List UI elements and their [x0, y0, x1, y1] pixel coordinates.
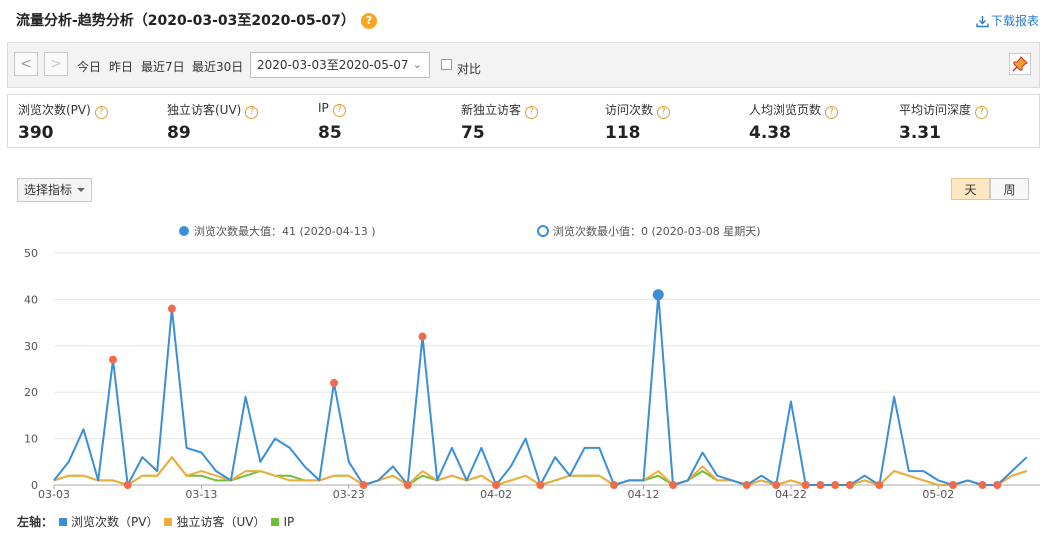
page-title: 流量分析-趋势分析（2020-03-03至2020-05-07）?: [16, 10, 377, 30]
download-report-button[interactable]: 下载报表: [976, 12, 1039, 29]
pv-low-point: [742, 481, 751, 489]
select-metric-dropdown[interactable]: 选择指标: [17, 178, 93, 202]
pv-low-point: [772, 481, 781, 489]
compare-checkbox[interactable]: [441, 59, 452, 70]
quick-last30[interactable]: 最近30日: [192, 58, 243, 75]
pv-peak-point: [330, 378, 339, 387]
legend-uv[interactable]: 独立访客（UV）: [176, 515, 265, 529]
period-week-button[interactable]: 周: [990, 178, 1029, 200]
pv-low-point: [359, 481, 368, 489]
metrics-summary: 浏览次数(PV)? 390 独立访客(UV)? 89 IP? 85 新独立访客? 75 …: [7, 94, 1040, 148]
pv-low-point: [993, 481, 1002, 489]
period-day-button[interactable]: 天: [951, 178, 990, 200]
help-icon[interactable]: ?: [245, 106, 259, 119]
metric-label: 人均浏览页数: [749, 103, 822, 117]
pv-peak-point: [418, 332, 427, 341]
pv-low-point: [978, 481, 987, 489]
y-tick-label: 50: [24, 247, 38, 260]
trend-chart: 0 10 20 30 40 50 03-03 03-13 03-23 04-02 04-12 04-2…: [24, 224, 1040, 501]
quick-last7[interactable]: 最近7日: [141, 58, 185, 75]
metric-label: 独立访客(UV): [167, 103, 242, 117]
caret-down-icon: [77, 188, 86, 192]
metric-label: 浏览次数(PV): [18, 103, 91, 117]
x-tick-label: 05-02: [922, 488, 954, 501]
prev-period-button[interactable]: <: [14, 52, 38, 76]
pv-low-point: [845, 481, 854, 489]
quick-today[interactable]: 今日: [77, 58, 101, 75]
help-icon[interactable]: ?: [360, 13, 377, 29]
metric-label: 新独立访客: [461, 103, 522, 117]
pv-peak-point: [108, 355, 117, 364]
date-range-value: 2020-03-03至2020-05-07: [257, 58, 409, 72]
pv-peak-point: [167, 304, 176, 313]
metric-label: 访问次数: [605, 103, 654, 117]
metric-value: 75: [461, 123, 485, 143]
x-tick-label: 03-13: [185, 488, 217, 501]
next-period-button[interactable]: >: [44, 52, 68, 76]
download-icon: [976, 16, 989, 28]
metric-label: 平均访问深度: [899, 103, 972, 117]
pin-icon: [1012, 56, 1028, 72]
pv-max-point: [652, 289, 664, 301]
quick-yesterday[interactable]: 昨日: [109, 58, 133, 75]
metric-value: 85: [318, 123, 342, 143]
pv-line: [53, 293, 1028, 486]
x-tick-label: 04-22: [775, 488, 807, 501]
pv-low-point: [816, 481, 825, 489]
uv-swatch: [164, 518, 173, 526]
axis-legend: 左轴： 浏览次数（PV） 独立访客（UV） IP: [17, 513, 294, 530]
pv-low-point: [536, 481, 545, 489]
help-icon[interactable]: ?: [525, 106, 539, 119]
y-tick-label: 20: [24, 386, 38, 399]
pv-low-point: [875, 481, 884, 489]
min-legend-marker: [537, 225, 549, 237]
pv-low-point: [801, 481, 810, 489]
axis-legend-prefix: 左轴：: [17, 515, 54, 529]
metric-label: IP: [318, 101, 329, 115]
download-label: 下载报表: [990, 14, 1039, 28]
pv-low-point: [831, 481, 840, 489]
y-tick-label: 40: [24, 293, 38, 306]
x-tick-label: 04-02: [480, 488, 512, 501]
ip-swatch: [271, 518, 280, 526]
help-icon[interactable]: ?: [825, 106, 839, 119]
y-tick-label: 0: [31, 479, 38, 492]
help-icon[interactable]: ?: [332, 104, 346, 117]
y-tick-label: 30: [24, 340, 38, 353]
pv-swatch: [59, 518, 68, 526]
pv-low-point: [949, 481, 958, 489]
pv-low-point: [610, 481, 619, 489]
max-legend-label: 浏览次数最大值：41 (2020-04-13 ): [194, 224, 376, 238]
select-metric-label: 选择指标: [24, 183, 73, 197]
pin-button[interactable]: [1009, 53, 1031, 75]
x-tick-label: 03-03: [38, 488, 70, 501]
help-icon[interactable]: ?: [94, 106, 108, 119]
legend-pv[interactable]: 浏览次数（PV）: [71, 515, 158, 529]
y-tick-label: 10: [24, 433, 38, 446]
pv-low-point: [669, 481, 678, 489]
max-legend-marker: [179, 226, 189, 236]
metric-value: 390: [18, 123, 54, 143]
metric-value: 89: [167, 123, 191, 143]
x-tick-label: 04-12: [628, 488, 660, 501]
x-tick-label: 03-23: [333, 488, 365, 501]
pv-low-point: [403, 481, 412, 489]
chevron-down-icon: ⌄: [412, 58, 422, 71]
metric-value: 3.31: [899, 123, 941, 143]
metric-value: 118: [605, 123, 641, 143]
legend-ip[interactable]: IP: [283, 515, 294, 529]
date-toolbar: < > 今日 昨日 最近7日 最近30日 2020-03-03至2020-05-…: [7, 42, 1040, 88]
min-legend-label: 浏览次数最小值：0 (2020-03-08 星期天): [553, 224, 761, 238]
pv-low-point: [123, 481, 132, 489]
date-range-select[interactable]: 2020-03-03至2020-05-07 ⌄: [250, 52, 430, 78]
help-icon[interactable]: ?: [657, 106, 671, 119]
pv-low-point: [492, 481, 501, 489]
metric-value: 4.38: [749, 123, 791, 143]
compare-label: 对比: [457, 62, 482, 76]
help-icon[interactable]: ?: [975, 106, 989, 119]
